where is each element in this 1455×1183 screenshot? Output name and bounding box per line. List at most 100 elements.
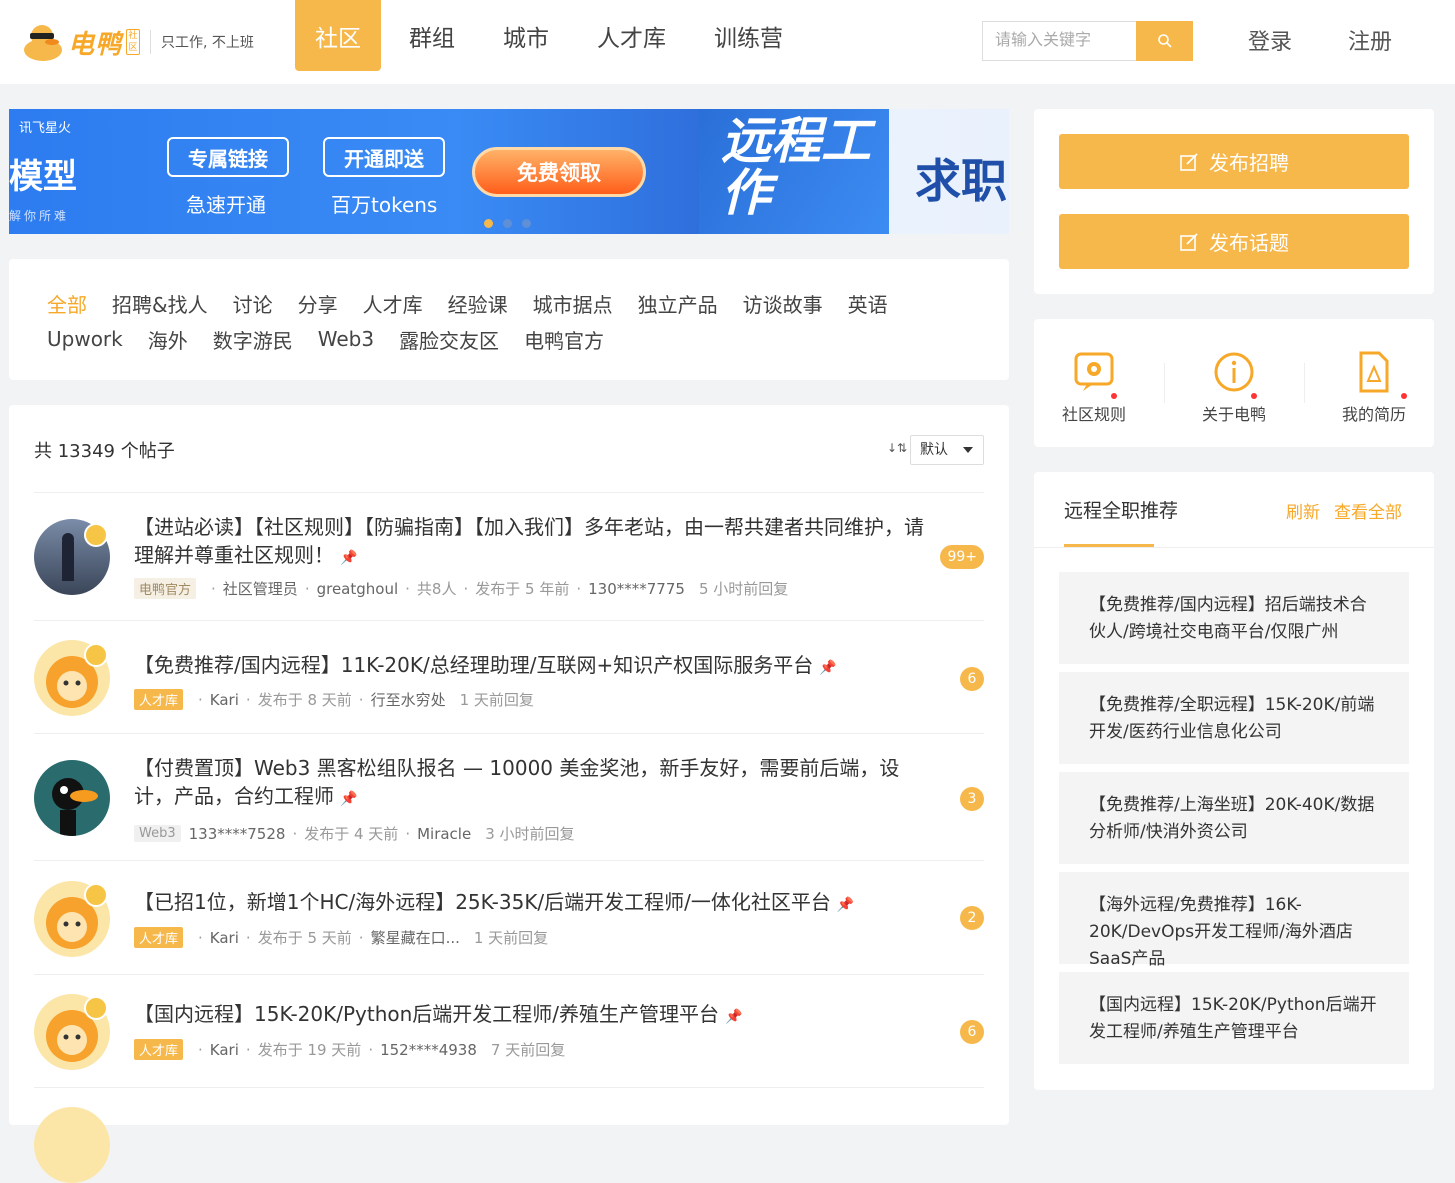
rec-item[interactable]: 【国内远程】15K-20K/Python后端开发工程师/养殖生产管理平台: [1059, 972, 1409, 1064]
post-title[interactable]: 【国内远程】15K-20K/Python后端开发工程师/养殖生产管理平台 📌: [134, 1000, 934, 1031]
site-logo[interactable]: 电鸭 社区 只工作, 不上班: [22, 22, 254, 62]
pin-icon: 📌: [836, 897, 855, 913]
link-resume[interactable]: 我的简历: [1324, 351, 1424, 425]
link-resume-label: 我的简历: [1341, 405, 1406, 424]
category-indie[interactable]: 独立产品: [638, 289, 718, 318]
banner-box-link: 专属链接: [167, 137, 289, 177]
sort-select[interactable]: 默认: [910, 435, 984, 465]
nav-groups[interactable]: 群组: [389, 0, 475, 71]
category-hiring[interactable]: 招聘&找人: [112, 289, 208, 318]
post-replier[interactable]: 繁星藏在口...: [371, 927, 460, 948]
banner-dot-1[interactable]: [484, 219, 493, 228]
post-item[interactable]: 【已招1位，新增1个HC/海外远程】25K-35K/后端开发工程师/一体化社区平…: [34, 860, 984, 974]
rec-item[interactable]: 【免费推荐/全职远程】15K-20K/前端开发/医药行业信息化公司: [1059, 672, 1409, 764]
post-item[interactable]: 【进站必读】【社区规则】【防骗指南】【加入我们】多年老站，由一帮共建者共同维护，…: [34, 492, 984, 620]
post-topic-button[interactable]: 发布话题: [1059, 214, 1409, 269]
meta-dot: ·: [358, 690, 364, 709]
post-tag[interactable]: Web3: [134, 825, 181, 842]
search-button[interactable]: [1136, 21, 1193, 61]
category-official[interactable]: 电鸭官方: [524, 325, 604, 354]
nav-talent[interactable]: 人才库: [577, 0, 686, 71]
post-item[interactable]: [34, 1087, 984, 1183]
reply-count-badge: 6: [960, 1020, 984, 1044]
meta-dot: ·: [405, 824, 411, 843]
category-discussion[interactable]: 讨论: [233, 289, 273, 318]
post-author[interactable]: Kari: [210, 691, 239, 709]
link-rules[interactable]: 社区规则: [1044, 351, 1144, 425]
post-time: 发布于 4 天前: [304, 825, 399, 843]
post-replier[interactable]: 行至水穷处: [371, 689, 446, 710]
post-tag[interactable]: 电鸭官方: [134, 578, 197, 599]
post-replier[interactable]: 152****4938: [380, 1041, 477, 1059]
banner-dot-2[interactable]: [503, 219, 512, 228]
post-reply-time: 7 天前回复: [490, 1041, 566, 1059]
remote-recommendations: 远程全职推荐 刷新 查看全部 【免费推荐/国内远程】招后端技术合伙人/跨境社交电…: [1034, 472, 1434, 1090]
category-social[interactable]: 露脸交友区: [399, 325, 499, 354]
banner-pager: [484, 219, 531, 228]
main-nav: 社区 群组 城市 人才库 训练营: [295, 0, 811, 71]
post-item[interactable]: 【付费置顶】Web3 黑客松组队报名 — 10000 美金奖池，新手友好，需要前…: [34, 733, 984, 860]
nav-cities[interactable]: 城市: [483, 0, 569, 71]
chevron-down-icon: [963, 447, 973, 453]
rec-item[interactable]: 【免费推荐/上海坐班】20K-40K/数据分析师/快消外资公司: [1059, 772, 1409, 864]
meta-dot: ·: [358, 928, 364, 947]
banner-dot-3[interactable]: [522, 219, 531, 228]
category-web3[interactable]: Web3: [318, 327, 374, 351]
banner-cta-button[interactable]: 免费领取: [472, 147, 646, 197]
post-topic-label: 发布话题: [1209, 231, 1289, 255]
top-header: 电鸭 社区 只工作, 不上班 社区 群组 城市 人才库 训练营 登录 注册: [0, 0, 1455, 84]
post-author[interactable]: Kari: [210, 929, 239, 947]
pin-icon: 📌: [340, 791, 358, 807]
post-item[interactable]: 【国内远程】15K-20K/Python后端开发工程师/养殖生产管理平台 📌 人才…: [34, 974, 984, 1087]
category-overseas[interactable]: 海外: [148, 325, 188, 354]
post-tag[interactable]: 人才库: [134, 1039, 184, 1060]
recs-view-all-link[interactable]: 查看全部: [1334, 498, 1402, 523]
post-tag[interactable]: 人才库: [134, 927, 184, 948]
post-item[interactable]: 【免费推荐/国内远程】11K-20K/总经理助理/互联网+知识产权国际服务平台 📌…: [34, 620, 984, 733]
post-author[interactable]: 社区管理员: [223, 578, 298, 599]
link-about[interactable]: 关于电鸭: [1184, 351, 1284, 425]
category-upwork[interactable]: Upwork: [47, 327, 123, 351]
category-nomad[interactable]: 数字游民: [213, 325, 293, 354]
rec-item[interactable]: 【海外远程/免费推荐】16K-20K/DevOps开发工程师/海外酒店SaaS产…: [1059, 872, 1409, 969]
banner-left-title: 模型: [9, 157, 77, 197]
post-replier[interactable]: Miracle: [417, 825, 471, 843]
post-title-text: 【免费推荐/国内远程】11K-20K/总经理助理/互联网+知识产权国际服务平台: [134, 653, 814, 677]
category-row-1: 全部 招聘&找人 讨论 分享 人才库 经验课 城市据点 独立产品 访谈故事 英语: [47, 285, 1009, 321]
post-title[interactable]: 【付费置顶】Web3 黑客松组队报名 — 10000 美金奖池，新手友好，需要前…: [134, 754, 934, 813]
post-job-button[interactable]: 发布招聘: [1059, 134, 1409, 189]
banner-remote-text: 远程工作: [721, 112, 871, 222]
post-time: 发布于 5 年前: [475, 580, 570, 598]
banner-box-link-sub: 急速开通: [186, 193, 266, 217]
crown-badge-icon: [84, 523, 108, 547]
user-avatar[interactable]: [34, 1107, 110, 1183]
post-tag[interactable]: 人才库: [134, 689, 184, 710]
nav-community[interactable]: 社区: [295, 0, 381, 71]
category-city[interactable]: 城市据点: [533, 289, 613, 318]
login-link[interactable]: 登录: [1248, 24, 1292, 56]
category-all[interactable]: 全部: [47, 289, 87, 318]
recs-refresh-link[interactable]: 刷新: [1286, 498, 1320, 523]
post-author[interactable]: Kari: [210, 1041, 239, 1059]
rec-item[interactable]: 【免费推荐/国内远程】招后端技术合伙人/跨境社交电商平台/仅限广州: [1059, 572, 1409, 664]
register-link[interactable]: 注册: [1348, 24, 1392, 56]
post-replier[interactable]: 130****7775: [588, 580, 685, 598]
post-title[interactable]: 【进站必读】【社区规则】【防骗指南】【加入我们】多年老站，由一帮共建者共同维护，…: [134, 513, 934, 572]
promo-banner[interactable]: 讯飞星火 模型 解你所难 专属链接 急速开通 开通即送 百万tokens 免费领…: [9, 109, 1009, 234]
post-meta: 电鸭官方 · 社区管理员 · greatghoul · 共8人 · 发布于 5 …: [134, 578, 788, 599]
user-avatar[interactable]: [34, 760, 110, 836]
category-courses[interactable]: 经验课: [448, 289, 508, 318]
post-meta: 人才库 · Kari · 发布于 19 天前 · 152****4938 7 天…: [134, 1039, 565, 1060]
post-title[interactable]: 【免费推荐/国内远程】11K-20K/总经理助理/互联网+知识产权国际服务平台 📌: [134, 651, 934, 682]
category-talent[interactable]: 人才库: [363, 289, 423, 318]
category-english[interactable]: 英语: [848, 289, 888, 318]
post-title[interactable]: 【已招1位，新增1个HC/海外远程】25K-35K/后端开发工程师/一体化社区平…: [134, 888, 934, 919]
category-share[interactable]: 分享: [298, 289, 338, 318]
meta-dot: ·: [576, 579, 582, 598]
post-author[interactable]: 133****7528: [189, 825, 286, 843]
category-interviews[interactable]: 访谈故事: [743, 289, 823, 318]
post-coauthor[interactable]: greatghoul: [317, 580, 399, 598]
meta-dot: ·: [198, 690, 203, 709]
nav-bootcamp[interactable]: 训练营: [694, 0, 803, 71]
search-input[interactable]: [982, 21, 1136, 61]
